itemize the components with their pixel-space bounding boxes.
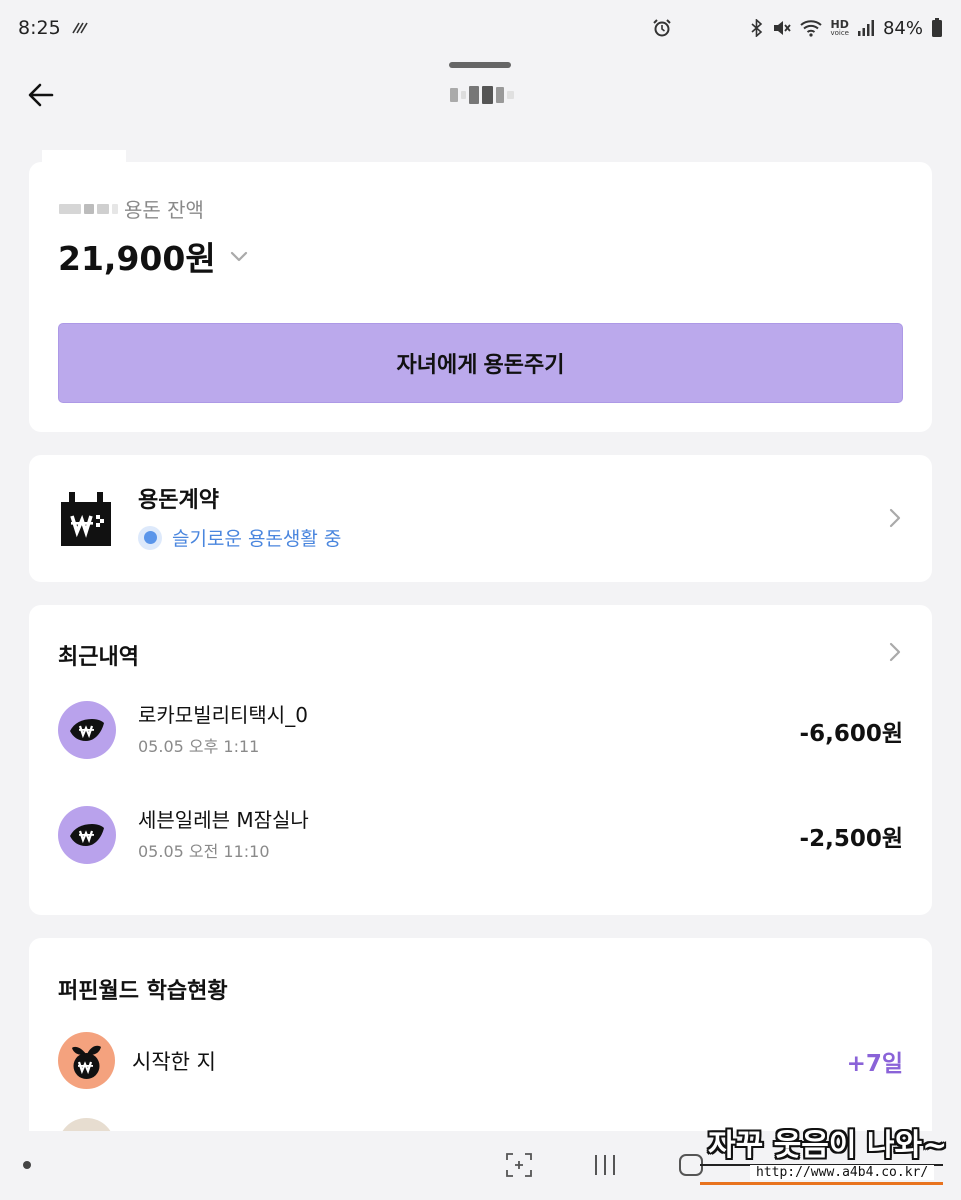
chevron-down-icon[interactable] <box>228 245 250 267</box>
contract-title: 용돈계약 <box>138 488 219 513</box>
won-coin-icon <box>58 806 116 864</box>
won-coin-icon <box>58 701 116 759</box>
give-allowance-button[interactable]: 자녀에게 용돈주기 <box>58 323 903 403</box>
recent-history-card: 최근내역 로카모빌리티택시_0 05.05 오후 1:11 -6,600원 세븐… <box>29 605 932 915</box>
status-dot-icon <box>138 525 162 550</box>
nav-indicator-dot <box>23 1161 31 1169</box>
transaction-name: 세븐일레븐 M잠실나 <box>138 808 309 832</box>
transaction-name: 로카모빌리티택시_0 <box>138 703 308 727</box>
calendar-won-icon <box>61 492 111 546</box>
status-left: 8:25 <box>18 17 89 39</box>
contract-status: 슬기로운 용돈생활 중 <box>172 528 342 550</box>
transaction-date: 05.05 오전 11:10 <box>138 842 270 861</box>
alarm-icon <box>652 18 672 38</box>
back-arrow-icon[interactable] <box>26 80 56 110</box>
bluetooth-icon <box>750 19 764 37</box>
transaction-amount: -2,500원 <box>799 826 903 852</box>
transaction-amount: -6,600원 <box>799 721 903 747</box>
wifi-icon <box>800 19 823 37</box>
chevron-right-icon[interactable] <box>887 507 903 529</box>
learning-status-title: 퍼핀월드 학습현황 <box>58 979 228 1004</box>
signal-icon <box>857 19 875 37</box>
drag-handle[interactable] <box>449 62 511 68</box>
sync-icon <box>71 21 89 35</box>
sprout-coin-icon <box>58 1032 115 1089</box>
status-right: HD voice 84% <box>652 18 943 39</box>
screenshot-icon[interactable] <box>505 1151 533 1179</box>
mute-icon <box>772 19 792 37</box>
watermark-text: 자꾸 웃음이 나와~ <box>708 1128 948 1163</box>
status-bar: 8:25 HD voice 84% <box>0 0 961 56</box>
contract-status-row: 슬기로운 용돈생활 중 <box>138 524 341 551</box>
watermark: 자꾸 웃음이 나와~ http://www.a4b4.co.kr/ <box>700 1120 950 1195</box>
balance-label: 용돈 잔액 <box>124 198 204 222</box>
watermark-line-bottom <box>700 1182 943 1185</box>
transaction-date: 05.05 오후 1:11 <box>138 737 260 756</box>
balance-label-row: 용돈 잔액 <box>59 194 204 223</box>
top-bar <box>0 56 961 136</box>
recents-icon[interactable] <box>592 1151 618 1179</box>
learning-row: 시작한 지 +7일 <box>29 1030 932 1090</box>
allowance-contract-card[interactable]: 용돈계약 슬기로운 용돈생활 중 <box>29 455 932 582</box>
recent-history-title: 최근내역 <box>58 645 139 670</box>
learning-label: 시작한 지 <box>132 1050 216 1074</box>
hd-voice-icon: HD voice <box>830 19 849 37</box>
transaction-row[interactable]: 로카모빌리티택시_0 05.05 오후 1:11 -6,600원 <box>29 691 932 771</box>
transaction-row[interactable]: 세븐일레븐 M잠실나 05.05 오전 11:10 -2,500원 <box>29 796 932 876</box>
page-title-redacted <box>450 84 514 106</box>
balance-card: 용돈 잔액 21,900원 자녀에게 용돈주기 <box>29 150 932 432</box>
hd-voice-label: voice <box>830 29 849 37</box>
child-name-redacted <box>59 203 118 214</box>
watermark-url: http://www.a4b4.co.kr/ <box>750 1165 935 1180</box>
chevron-right-icon[interactable] <box>887 641 903 663</box>
balance-amount: 21,900원 <box>58 239 216 278</box>
battery-icon <box>931 18 943 38</box>
status-time: 8:25 <box>18 17 61 39</box>
balance-amount-row[interactable]: 21,900원 <box>58 232 250 280</box>
learning-value: +7일 <box>846 1051 903 1077</box>
battery-percent: 84% <box>882 17 923 39</box>
